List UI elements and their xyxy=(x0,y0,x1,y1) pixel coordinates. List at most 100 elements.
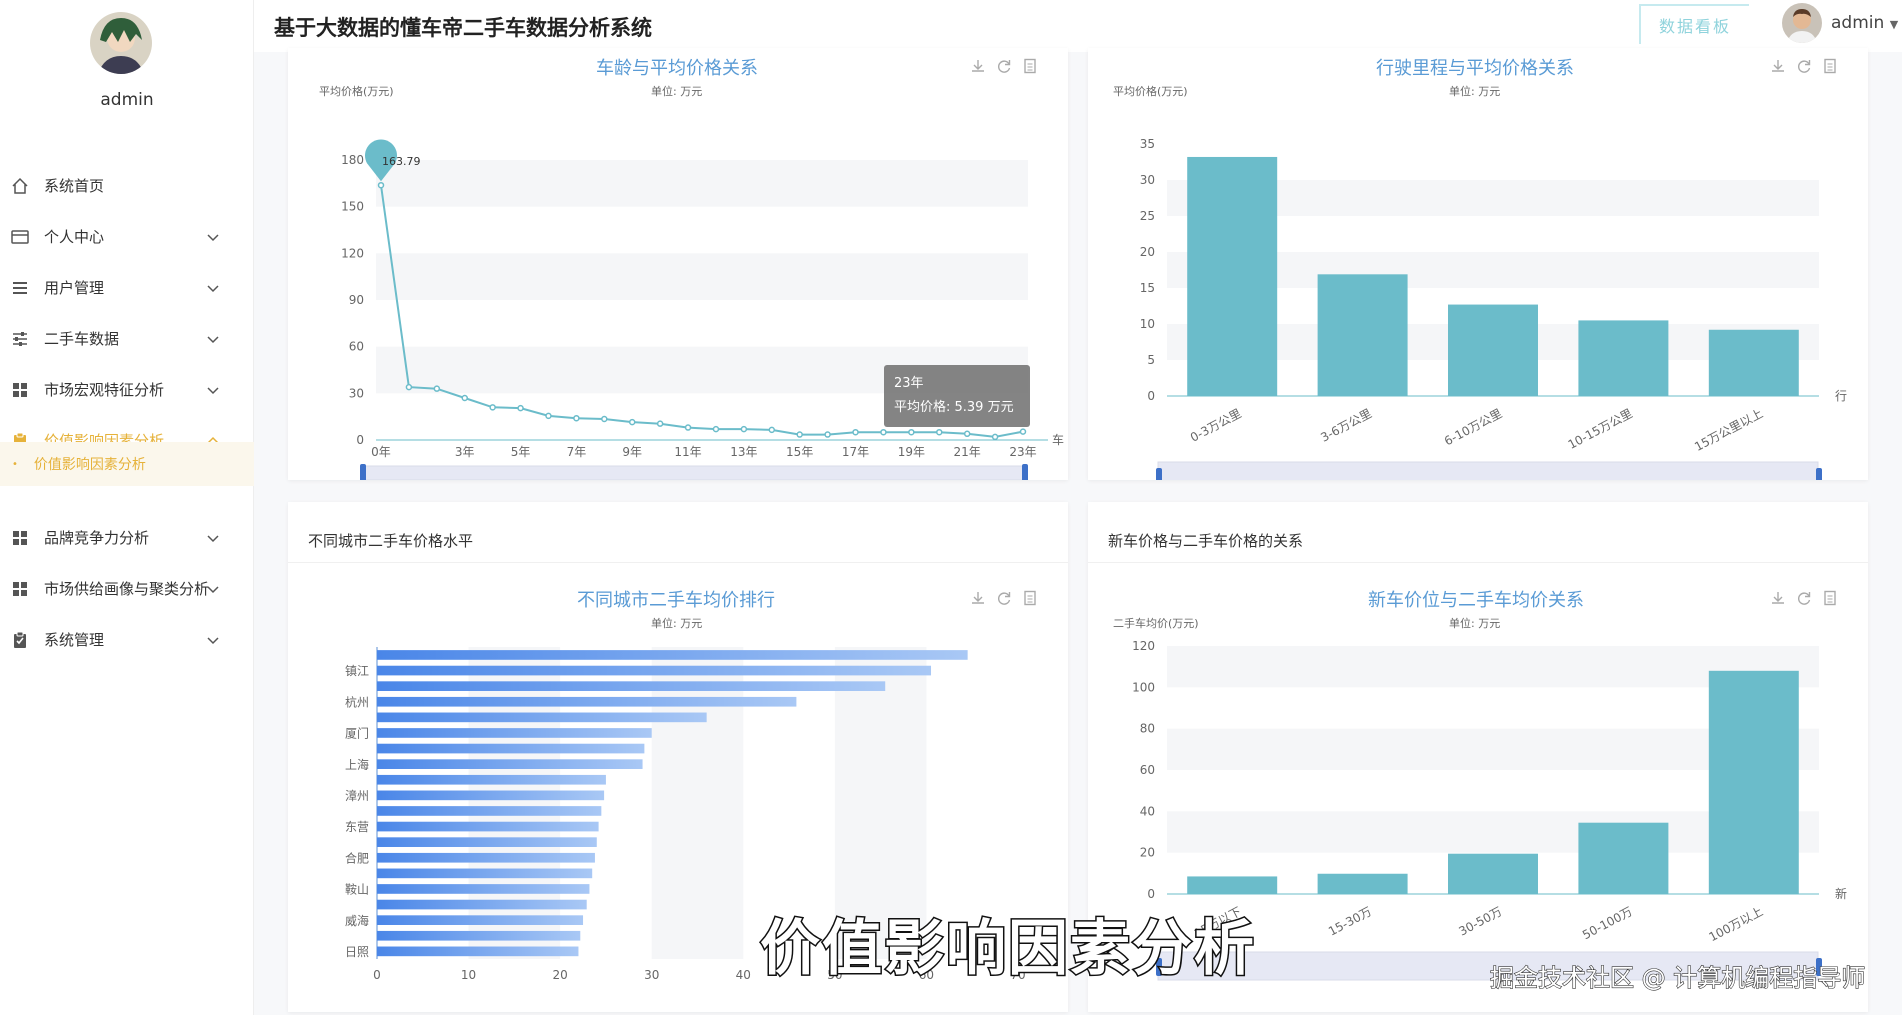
mileage-y-tick: 25 xyxy=(1140,209,1155,223)
chevron-down-icon xyxy=(206,632,220,650)
top-user-name: admin xyxy=(1831,13,1885,33)
avatar[interactable] xyxy=(90,12,152,74)
data-view-icon[interactable] xyxy=(1022,590,1038,606)
age-data-point xyxy=(405,383,413,391)
age-x-tick: 11年 xyxy=(674,445,701,459)
sidebar-item-2[interactable]: 用户管理 xyxy=(0,262,254,313)
card-icon xyxy=(10,227,30,247)
tooltip-title: 23年 xyxy=(894,376,924,391)
download-icon[interactable] xyxy=(1770,58,1786,74)
chart-title-age: 车龄与平均价格关系 xyxy=(596,58,758,79)
newcar-bar xyxy=(1578,822,1669,894)
sidebar-user-name: admin xyxy=(100,90,154,110)
data-view-icon[interactable] xyxy=(1822,590,1838,606)
download-icon[interactable] xyxy=(1770,590,1786,606)
mileage-bar xyxy=(1708,329,1799,396)
city-y-tick: 厦门 xyxy=(345,726,369,741)
sidebar-item-8[interactable]: 系统管理 xyxy=(0,614,254,665)
city-bar xyxy=(377,852,595,863)
mileage-x-tick: 3-6万公里 xyxy=(1318,406,1374,444)
tooltip-box xyxy=(884,365,1030,427)
age-x-tick: 0年 xyxy=(371,445,391,459)
city-bar xyxy=(377,884,590,894)
sidebar-item-6[interactable]: 品牌竞争力分析 xyxy=(0,512,254,563)
age-data-point xyxy=(433,385,441,392)
age-y-tick: 60 xyxy=(349,340,364,354)
list-icon xyxy=(10,278,30,298)
sidebar-item-0[interactable]: 系统首页 xyxy=(0,160,254,211)
mileage-y-tick: 15 xyxy=(1140,281,1155,295)
chevron-down-icon xyxy=(206,382,220,400)
newcar-x-tick: 100万以上 xyxy=(1707,904,1766,944)
grid-icon xyxy=(10,579,30,599)
age-data-point xyxy=(852,428,859,436)
refresh-icon[interactable] xyxy=(996,590,1012,606)
sidebar-item-7[interactable]: 市场供给画像与聚类分析 xyxy=(0,563,254,614)
sidebar-item-4[interactable]: 市场宏观特征分析 xyxy=(0,364,254,415)
refresh-icon[interactable] xyxy=(996,58,1012,74)
dashboard-tab[interactable]: 数据看板 xyxy=(1639,4,1749,44)
check-clipboard-icon xyxy=(10,630,30,650)
mileage-x-tick: 10-15万公里 xyxy=(1566,406,1635,452)
age-x-tick: 15年 xyxy=(786,445,813,459)
sidebar-subitem-active[interactable]: • 价值影响因素分析 xyxy=(0,442,254,486)
city-bar xyxy=(377,899,587,910)
bullet-icon: • xyxy=(12,458,18,470)
city-y-tick: 合肥 xyxy=(345,850,369,865)
age-data-point xyxy=(908,428,915,436)
age-data-point xyxy=(489,404,496,411)
x-axis-label: 新 xyxy=(1835,886,1847,901)
top-avatar[interactable] xyxy=(1782,3,1822,43)
city-bar xyxy=(377,681,886,691)
x-axis-label: 行 xyxy=(1835,389,1847,403)
refresh-icon[interactable] xyxy=(1796,590,1812,606)
grid-icon xyxy=(10,528,30,548)
sidebar-item-label: 市场宏观特征分析 xyxy=(44,381,165,399)
age-data-point xyxy=(712,425,720,433)
download-icon[interactable] xyxy=(970,58,986,74)
age-y-tick: 180 xyxy=(341,153,364,167)
refresh-icon[interactable] xyxy=(1796,58,1812,74)
mileage-bar xyxy=(1448,304,1538,396)
topbar: 基于大数据的懂车帝二手车数据分析系统 数据看板 admin ▼ xyxy=(254,0,1902,52)
data-view-icon[interactable] xyxy=(1022,58,1038,74)
age-data-point xyxy=(824,431,831,438)
sidebar-item-3[interactable]: 二手车数据 xyxy=(0,313,254,364)
chart-age-price[interactable]: 0 30 60 90 120 150 180 车 0年 3年 5年 7年 9年 11年 13年 15年 17年 1… xyxy=(288,80,1068,480)
mileage-bar xyxy=(1187,156,1278,396)
newcar-y-tick: 100 xyxy=(1132,680,1155,694)
city-bar xyxy=(377,774,606,785)
chart-title-city: 不同城市二手车均价排行 xyxy=(577,590,775,611)
download-icon[interactable] xyxy=(970,590,986,606)
city-x-tick: 30 xyxy=(644,968,659,982)
chart-mileage-price[interactable]: 0 5 10 15 20 25 30 35 行 0-3万公里 3-6万公里 6-10万公里 10-15万… xyxy=(1088,80,1868,480)
age-data-point xyxy=(517,404,524,412)
age-data-point xyxy=(461,394,468,402)
city-y-tick: 漳州 xyxy=(345,788,369,803)
zoom-slider-track xyxy=(363,465,1025,480)
age-data-point xyxy=(768,426,776,434)
newcar-y-tick: 20 xyxy=(1140,846,1155,860)
newcar-y-tick: 60 xyxy=(1140,763,1155,777)
sidebar-item-label: 二手车数据 xyxy=(44,330,120,348)
zoom-slider-track xyxy=(1157,461,1819,480)
city-y-tick: 东营 xyxy=(345,820,369,834)
data-view-icon[interactable] xyxy=(1822,58,1838,74)
city-x-tick: 20 xyxy=(553,968,568,982)
age-data-point xyxy=(880,428,887,436)
age-x-tick: 21年 xyxy=(954,445,981,459)
age-data-point xyxy=(991,433,999,441)
age-x-tick: 5年 xyxy=(511,445,531,459)
sliders-icon xyxy=(10,329,30,349)
card-title-newcar: 新车价格与二手车价格的关系 xyxy=(1108,532,1304,550)
newcar-bar xyxy=(1187,876,1278,894)
sidebar-item-1[interactable]: 个人中心 xyxy=(0,211,254,262)
zoom-handle-right xyxy=(1816,468,1822,480)
top-user-menu[interactable]: admin ▼ xyxy=(1831,13,1898,33)
age-x-tick: 13年 xyxy=(730,445,757,459)
age-y-tick: 30 xyxy=(349,386,364,400)
newcar-bar xyxy=(1317,873,1408,894)
watermark: 掘金技术社区 @ 计算机编程指导师 xyxy=(1489,963,1866,992)
mileage-bar xyxy=(1317,274,1408,396)
mileage-y-tick: 5 xyxy=(1147,353,1155,367)
